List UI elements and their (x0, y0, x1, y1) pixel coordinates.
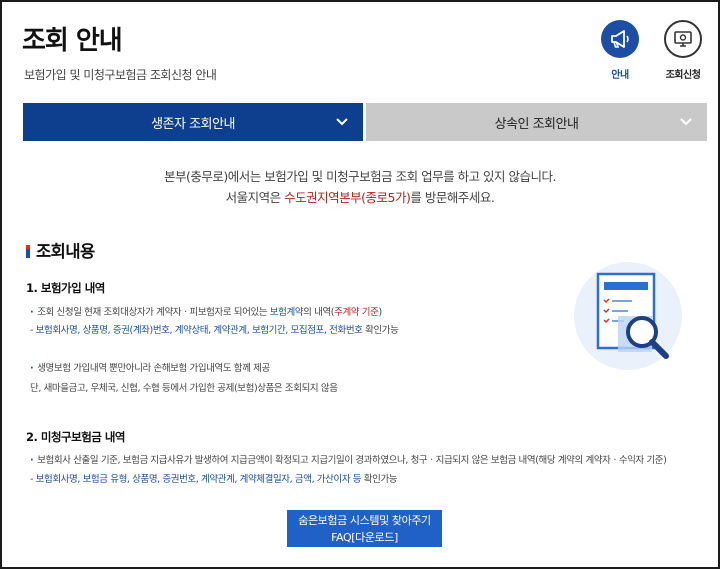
section-title: 조회내용 (36, 242, 95, 261)
page-frame: 조회 안내 보험가입 및 미청구보험금 조회신청 안내 안내 조회신청 생존자 … (0, 0, 720, 569)
document-search-illustration (574, 262, 682, 370)
notice-text: 서울지역은 (225, 190, 285, 205)
section-header: 조회내용 (26, 238, 95, 262)
inquiry-button[interactable]: 조회신청 (653, 20, 713, 81)
notice-line-2: 서울지역은 수도권지역본부(종로5가)를 방문해주세요. (2, 187, 718, 206)
tab-survivor-label: 생존자 조회안내 (151, 116, 235, 132)
text: 주계약 기준 (334, 307, 379, 318)
inquiry-button-label: 조회신청 (665, 70, 701, 81)
notice-line-1: 본부(충무로)에서는 보험가입 및 미청구보험금 조회 업무를 하고 있지 않습… (163, 169, 557, 184)
text: 보험계약 (269, 307, 304, 318)
text: 조회 신청일 현재 조회대상자가 계약자ㆍ피보험자로 되어있는 (37, 307, 270, 318)
item1-note-1: · 생명보험 가입내역 뿐만아니라 손해보험 가입내역도 함께 제공 (30, 363, 270, 374)
text: ) (378, 307, 382, 318)
item2-fields: - 보험회사명, 보험금 유형, 상품명, 증권번호, 계약관계, 계약체결일자… (30, 472, 398, 488)
text: - 보험회사명, 보험금 유형, 상품명, 증권번호, 계약관계, 계약체결일자… (30, 474, 362, 485)
megaphone-icon (601, 20, 639, 58)
item1-note-2: 단, 새마을금고, 우체국, 신협, 수협 등에서 가입한 공제(보험)상품은 … (30, 383, 338, 394)
item1-paragraph: · 조회 신청일 현재 조회대상자가 계약자ㆍ피보험자로 되어있는 보험계약의 내… (30, 307, 382, 318)
chevron-down-icon (336, 118, 348, 126)
page-title: 조회 안내 (22, 26, 123, 56)
item-heading-2: 2. 미청구보험금 내역 (26, 430, 126, 444)
guide-button-label: 안내 (611, 70, 629, 81)
faq-download-button[interactable]: 숨은보험금 시스템및 찾아주기 FAQ[다운로드] (287, 510, 442, 547)
item-heading-1: 1. 보험가입 내역 (26, 281, 105, 295)
monitor-icon (664, 20, 702, 58)
faq-download-button-line2: FAQ[다운로드] (331, 531, 398, 544)
text: - 보험회사명, 상품명, 증권(계좌)번호, 계약상태, 계약관계, 보험기간… (30, 325, 363, 336)
notice-highlight: 수도권지역본부(종로5가) (284, 190, 411, 205)
item1-fields: - 보험회사명, 상품명, 증권(계좌)번호, 계약상태, 계약관계, 보험기간… (30, 323, 399, 339)
text: 확인가능 (361, 474, 398, 485)
tab-heir[interactable]: 상속인 조회안내 (366, 103, 707, 141)
notice-text: 를 방문해주세요. (410, 190, 495, 205)
text: 확인가능 (362, 325, 399, 336)
chevron-down-icon (680, 118, 692, 126)
tab-bar: 생존자 조회안내 상속인 조회안내 (23, 103, 707, 141)
section-marker-icon (26, 245, 30, 258)
page-subtitle: 보험가입 및 미청구보험금 조회신청 안내 (24, 68, 217, 82)
faq-download-button-line1: 숨은보험금 시스템및 찾아주기 (298, 514, 431, 527)
text: 보험회사 산출일 기준, 보험금 지급사유가 발생하여 지급금액이 확정되고 지… (37, 455, 667, 466)
item2-paragraph: · 보험회사 산출일 기준, 보험금 지급사유가 발생하여 지급금액이 확정되고 … (30, 455, 667, 466)
tab-survivor[interactable]: 생존자 조회안내 (23, 103, 363, 141)
text: 생명보험 가입내역 뿐만아니라 손해보험 가입내역도 함께 제공 (37, 363, 270, 374)
text: 의 내역( (303, 307, 335, 318)
guide-button[interactable]: 안내 (590, 20, 650, 81)
tab-heir-label: 상속인 조회안내 (494, 116, 579, 132)
